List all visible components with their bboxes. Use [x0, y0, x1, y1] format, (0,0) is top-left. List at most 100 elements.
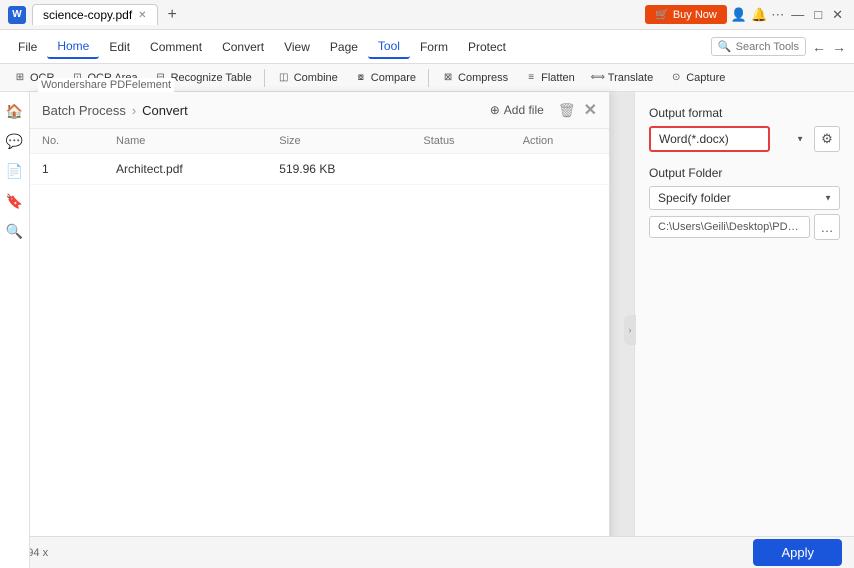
folder-select-wrapper: Specify folder Same as source Desktop: [649, 186, 840, 210]
ribbon-protect[interactable]: Protect: [458, 36, 516, 58]
sidebar-search-icon[interactable]: 🔍: [2, 218, 28, 244]
toolbar-translate[interactable]: ⟺ Translate: [584, 68, 660, 88]
ribbon-home[interactable]: Home: [47, 35, 99, 59]
app-icon: W: [8, 6, 26, 24]
format-select[interactable]: Word(*.docx) Excel(*.xlsx) PowerPoint(*.…: [649, 126, 770, 152]
title-bar-left: W science-copy.pdf ✕ +: [8, 4, 181, 25]
translate-icon: ⟺: [591, 71, 605, 85]
combine-label: Combine: [294, 72, 338, 84]
row-status: [411, 154, 510, 185]
add-file-button[interactable]: ⊕ Add file: [484, 100, 550, 120]
col-action: Action: [511, 129, 609, 154]
apply-button[interactable]: Apply: [753, 539, 842, 566]
delete-icon[interactable]: 🗑: [558, 102, 576, 119]
output-folder-section: Output Folder Specify folder Same as sou…: [649, 166, 840, 240]
breadcrumb-current: Convert: [142, 103, 188, 118]
main-area: Batch Process › Convert ⊕ Add file 🗑 ✕ N…: [30, 92, 854, 568]
row-no: 1: [30, 154, 104, 185]
compare-label: Compare: [371, 72, 416, 84]
breadcrumb: Batch Process › Convert: [42, 103, 188, 118]
compress-label: Compress: [458, 72, 508, 84]
toolbar-compress[interactable]: ⊠ Compress: [434, 68, 515, 88]
capture-label: Capture: [686, 72, 725, 84]
close-panel-button[interactable]: ✕: [584, 100, 597, 120]
ribbon-page[interactable]: Page: [320, 36, 368, 58]
left-sidebar: 🏠 💬 📄 🔖 🔍: [0, 92, 30, 568]
ribbon-comment[interactable]: Comment: [140, 36, 212, 58]
panel-actions: ⊕ Add file 🗑 ✕: [484, 100, 597, 120]
file-list-area: No. Name Size Status Action 1 Architect.…: [30, 129, 609, 568]
nav-icon1[interactable]: ←: [812, 39, 826, 55]
title-bar: W science-copy.pdf ✕ + 🛒 Buy Now 👤 🔔 ⋯ —…: [0, 0, 854, 30]
toolbar-compare[interactable]: ⧇ Compare: [347, 68, 423, 88]
output-folder-label: Output Folder: [649, 166, 840, 180]
format-select-row: Word(*.docx) Excel(*.xlsx) PowerPoint(*.…: [649, 126, 840, 152]
folder-select[interactable]: Specify folder Same as source Desktop: [649, 186, 840, 210]
capture-icon: ⊙: [669, 71, 683, 85]
buy-now-label: Buy Now: [673, 9, 717, 21]
compare-icon: ⧇: [354, 71, 368, 85]
folder-browse-button[interactable]: …: [814, 214, 840, 240]
panel-header: Batch Process › Convert ⊕ Add file 🗑 ✕: [30, 92, 609, 129]
collapse-handle[interactable]: ›: [624, 315, 636, 345]
col-size: Size: [267, 129, 411, 154]
row-size: 519.96 KB: [267, 154, 411, 185]
ribbon-right: 🔍 Search Tools ← →: [711, 37, 846, 56]
bottom-bar: 27.94 x Apply: [0, 536, 854, 568]
toolbar-icon1[interactable]: 👤: [731, 7, 747, 23]
ribbon: File Home Edit Comment Convert View Page…: [0, 30, 854, 64]
format-select-wrapper: Word(*.docx) Excel(*.xlsx) PowerPoint(*.…: [649, 126, 810, 152]
ocr-icon: ⊞: [13, 71, 27, 85]
ribbon-file[interactable]: File: [8, 36, 47, 58]
new-tab-button[interactable]: +: [164, 6, 181, 24]
format-settings-button[interactable]: ⚙: [814, 126, 840, 152]
search-placeholder: Search Tools: [736, 41, 799, 53]
cart-icon: 🛒: [655, 8, 669, 21]
buy-now-button[interactable]: 🛒 Buy Now: [645, 5, 727, 24]
col-name: Name: [104, 129, 267, 154]
app-tab[interactable]: science-copy.pdf ✕: [32, 4, 158, 25]
flatten-label: Flatten: [541, 72, 575, 84]
add-file-icon: ⊕: [490, 103, 500, 117]
batch-process-panel: Batch Process › Convert ⊕ Add file 🗑 ✕ N…: [30, 92, 610, 568]
toolbar-capture[interactable]: ⊙ Capture: [662, 68, 732, 88]
compress-icon: ⊠: [441, 71, 455, 85]
tab-close-icon[interactable]: ✕: [138, 10, 146, 21]
col-status: Status: [411, 129, 510, 154]
ribbon-convert[interactable]: Convert: [212, 36, 274, 58]
sidebar-home-icon[interactable]: 🏠: [2, 98, 28, 124]
output-format-label: Output format: [649, 106, 840, 120]
col-no: No.: [30, 129, 104, 154]
sidebar-comment-icon[interactable]: 💬: [2, 128, 28, 154]
sidebar-bookmark-icon[interactable]: 🔖: [2, 188, 28, 214]
breadcrumb-parent[interactable]: Batch Process: [42, 103, 126, 118]
row-name: Architect.pdf: [104, 154, 267, 185]
separator1: [264, 69, 265, 87]
search-icon: 🔍: [718, 40, 732, 53]
maximize-button[interactable]: □: [811, 8, 825, 21]
settings-panel: Output format Word(*.docx) Excel(*.xlsx)…: [634, 92, 854, 568]
ribbon-view[interactable]: View: [274, 36, 320, 58]
sidebar-pages-icon[interactable]: 📄: [2, 158, 28, 184]
minimize-button[interactable]: —: [788, 8, 807, 21]
close-button[interactable]: ✕: [829, 8, 846, 21]
flatten-icon: ≡: [524, 71, 538, 85]
ribbon-tool[interactable]: Tool: [368, 35, 410, 59]
table-row: 1 Architect.pdf 519.96 KB: [30, 154, 609, 185]
toolbar-icon2[interactable]: 🔔: [751, 7, 767, 23]
nav-icon2[interactable]: →: [832, 39, 846, 55]
ribbon-edit[interactable]: Edit: [99, 36, 140, 58]
add-file-label: Add file: [504, 103, 544, 117]
search-tools[interactable]: 🔍 Search Tools: [711, 37, 806, 56]
folder-path-row: C:\Users\Geili\Desktop\PDFelement\Cc …: [649, 214, 840, 240]
ribbon-form[interactable]: Form: [410, 36, 458, 58]
translate-label: Translate: [608, 72, 653, 84]
toolbar-dots[interactable]: ⋯: [771, 7, 784, 23]
row-action: [511, 154, 609, 185]
file-table: No. Name Size Status Action 1 Architect.…: [30, 129, 609, 185]
toolbar-flatten[interactable]: ≡ Flatten: [517, 68, 582, 88]
toolbar-combine[interactable]: ◫ Combine: [270, 68, 345, 88]
title-bar-controls: 🛒 Buy Now 👤 🔔 ⋯ — □ ✕: [645, 5, 846, 24]
recognize-table-label: Recognize Table: [171, 72, 252, 84]
app-label: Wondershare PDFelement: [38, 78, 174, 92]
